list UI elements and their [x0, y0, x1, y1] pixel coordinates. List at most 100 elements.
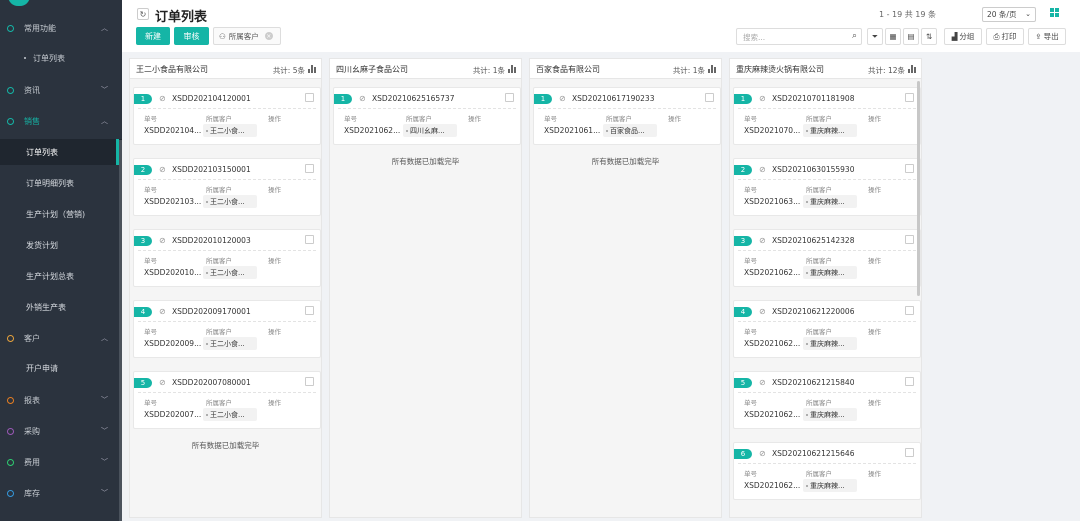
export-button[interactable]: ⇪ 导出	[1028, 28, 1066, 45]
card-checkbox[interactable]	[905, 448, 914, 457]
card-checkbox[interactable]	[905, 306, 914, 315]
order-header: 单号	[744, 115, 757, 123]
sidebar-group-expenses[interactable]: 费用 ﹀	[0, 451, 122, 473]
card-index: 6	[734, 449, 752, 459]
review-button[interactable]: 审核	[174, 27, 209, 45]
card-index: 2	[134, 165, 152, 175]
sidebar-item-production-summary[interactable]: 生产计划总表	[0, 263, 122, 289]
order-header: 单号	[744, 399, 757, 407]
group-icon: ▟	[951, 32, 958, 41]
card-checkbox[interactable]	[705, 93, 714, 102]
divider	[138, 321, 316, 322]
sidebar-group-purchase[interactable]: 采购 ﹀	[0, 420, 122, 442]
divider	[738, 250, 916, 251]
sidebar-item-export-production[interactable]: 外销生产表	[0, 294, 122, 320]
sort-icon[interactable]: ⇅	[921, 28, 937, 45]
card-checkbox[interactable]	[305, 306, 314, 315]
order-code: XSD20210617190233	[572, 94, 655, 103]
sidebar: 常用功能 ︿ 订单列表 资讯 ﹀ 销售 ︿ 订单列表 订单明细列表 生产计划（营…	[0, 0, 122, 521]
order-number: XSDD202009...	[144, 339, 202, 348]
search-input[interactable]: 搜索... ⌕	[736, 28, 862, 45]
customer-header: 所属客户	[606, 115, 632, 123]
bar-chart-icon[interactable]	[308, 65, 316, 73]
group-button[interactable]: ▟ 分组	[944, 28, 982, 45]
card-checkbox[interactable]	[905, 164, 914, 173]
card-checkbox[interactable]	[905, 93, 914, 102]
order-card[interactable]: 1 ⊘ XSDD202104120001 单号 所属客户 操作 XSDD2021…	[133, 87, 321, 145]
refresh-icon[interactable]: ↻	[137, 8, 149, 20]
order-card[interactable]: 1 ⊘ XSD20210625165737 单号 所属客户 操作 XSD2021…	[333, 87, 521, 145]
table-settings-icon[interactable]: ▤	[903, 28, 919, 45]
order-card[interactable]: 5 ⊘ XSDD202007080001 单号 所属客户 操作 XSDD2020…	[133, 371, 321, 429]
order-header: 单号	[144, 186, 157, 194]
search-icon[interactable]: ⌕	[852, 31, 857, 41]
customer-chip: 重庆麻辣...	[803, 124, 857, 137]
customer-filter-tag[interactable]: ⚇ 所属客户 ×	[213, 27, 281, 45]
card-checkbox[interactable]	[305, 93, 314, 102]
card-checkbox[interactable]	[305, 235, 314, 244]
sidebar-group-inventory[interactable]: 库存 ﹀	[0, 482, 122, 504]
column-header: 王二小食品有限公司 共计: 5条	[130, 59, 321, 79]
card-checkbox[interactable]	[905, 235, 914, 244]
clear-filter-icon[interactable]: ×	[264, 32, 273, 40]
page-size-select[interactable]: 20 条/页 ⌄	[982, 7, 1036, 22]
bar-chart-icon[interactable]	[908, 65, 916, 73]
order-card[interactable]: 2 ⊘ XSDD202103150001 单号 所属客户 操作 XSDD2021…	[133, 158, 321, 216]
filter-tag-label: 所属客户	[228, 31, 259, 41]
order-card[interactable]: 5 ⊘ XSD20210621215840 单号 所属客户 操作 XSD2021…	[733, 371, 921, 429]
card-checkbox[interactable]	[305, 377, 314, 386]
customer-chip: 重庆麻辣...	[803, 337, 857, 350]
inventory-icon	[7, 489, 14, 497]
sidebar-item-order-list[interactable]: 订单列表	[0, 139, 122, 165]
sidebar-item-label: 外销生产表	[26, 302, 66, 312]
tag-icon: ⊘	[759, 307, 766, 316]
news-icon	[7, 86, 14, 94]
card-checkbox[interactable]	[505, 93, 514, 102]
action-header: 操作	[668, 115, 681, 123]
sidebar-group-sales[interactable]: 销售 ︿	[0, 110, 122, 132]
sidebar-group-news[interactable]: 资讯 ﹀	[0, 79, 122, 101]
sidebar-group-common[interactable]: 常用功能 ︿	[0, 17, 122, 39]
customer-name: 重庆麻辣...	[810, 339, 845, 348]
sidebar-item-order-detail[interactable]: 订单明细列表	[0, 170, 122, 196]
chevron-down-icon: ⌄	[1025, 10, 1031, 18]
order-code: XSD20210621215840	[772, 378, 855, 387]
card-checkbox[interactable]	[905, 377, 914, 386]
sidebar-item-order-list-fav[interactable]: 订单列表	[0, 47, 122, 69]
order-number: XSDD202103...	[144, 197, 202, 206]
sidebar-item-production-plan[interactable]: 生产计划（营销)	[0, 201, 122, 227]
sidebar-item-label: 订单列表	[26, 147, 58, 157]
order-card[interactable]: 1 ⊘ XSD20210617190233 单号 所属客户 操作 XSD2021…	[533, 87, 721, 145]
customer-name: 四川幺麻...	[410, 126, 445, 135]
print-button[interactable]: ⎙ 打印	[986, 28, 1024, 45]
group-label: 分组	[959, 32, 975, 41]
order-card[interactable]: 4 ⊘ XSD20210621220006 单号 所属客户 操作 XSD2021…	[733, 300, 921, 358]
sidebar-group-reports[interactable]: 报表 ﹀	[0, 389, 122, 411]
sidebar-item-account-application[interactable]: 开户申请	[0, 355, 122, 381]
card-checkbox[interactable]	[305, 164, 314, 173]
column-scrollbar[interactable]	[917, 81, 920, 296]
order-card[interactable]: 2 ⊘ XSD20210630155930 单号 所属客户 操作 XSD2021…	[733, 158, 921, 216]
order-card[interactable]: 3 ⊘ XSD20210625142328 单号 所属客户 操作 XSD2021…	[733, 229, 921, 287]
all-loaded-message: 所有数据已加载完毕	[391, 157, 460, 166]
card-index: 3	[734, 236, 752, 246]
order-code: XSD20210621215646	[772, 449, 855, 458]
column-header: 四川幺麻子食品公司 共计: 1条	[330, 59, 521, 79]
sales-icon	[7, 117, 14, 125]
order-card[interactable]: 4 ⊘ XSDD202009170001 单号 所属客户 操作 XSDD2020…	[133, 300, 321, 358]
order-header: 单号	[144, 399, 157, 407]
order-card[interactable]: 1 ⊘ XSD20210701181908 单号 所属客户 操作 XSD2021…	[733, 87, 921, 145]
sidebar-item-shipping-plan[interactable]: 发货计划	[0, 232, 122, 258]
bar-chart-icon[interactable]	[508, 65, 516, 73]
customer-name: 重庆麻辣...	[810, 197, 845, 206]
order-card[interactable]: 3 ⊘ XSDD202010120003 单号 所属客户 操作 XSDD2020…	[133, 229, 321, 287]
sidebar-item-label: 采购	[24, 426, 40, 436]
order-card[interactable]: 6 ⊘ XSD20210621215646 单号 所属客户 操作 XSD2021…	[733, 442, 921, 500]
search-placeholder: 搜索...	[743, 33, 766, 42]
new-button[interactable]: 新建	[136, 27, 170, 45]
sidebar-group-customer[interactable]: 客户 ︿	[0, 327, 122, 349]
filter-icon[interactable]: ⏷	[867, 28, 883, 45]
card-view-icon[interactable]: ▦	[885, 28, 901, 45]
layout-grid-icon[interactable]	[1050, 8, 1060, 18]
bar-chart-icon[interactable]	[708, 65, 716, 73]
